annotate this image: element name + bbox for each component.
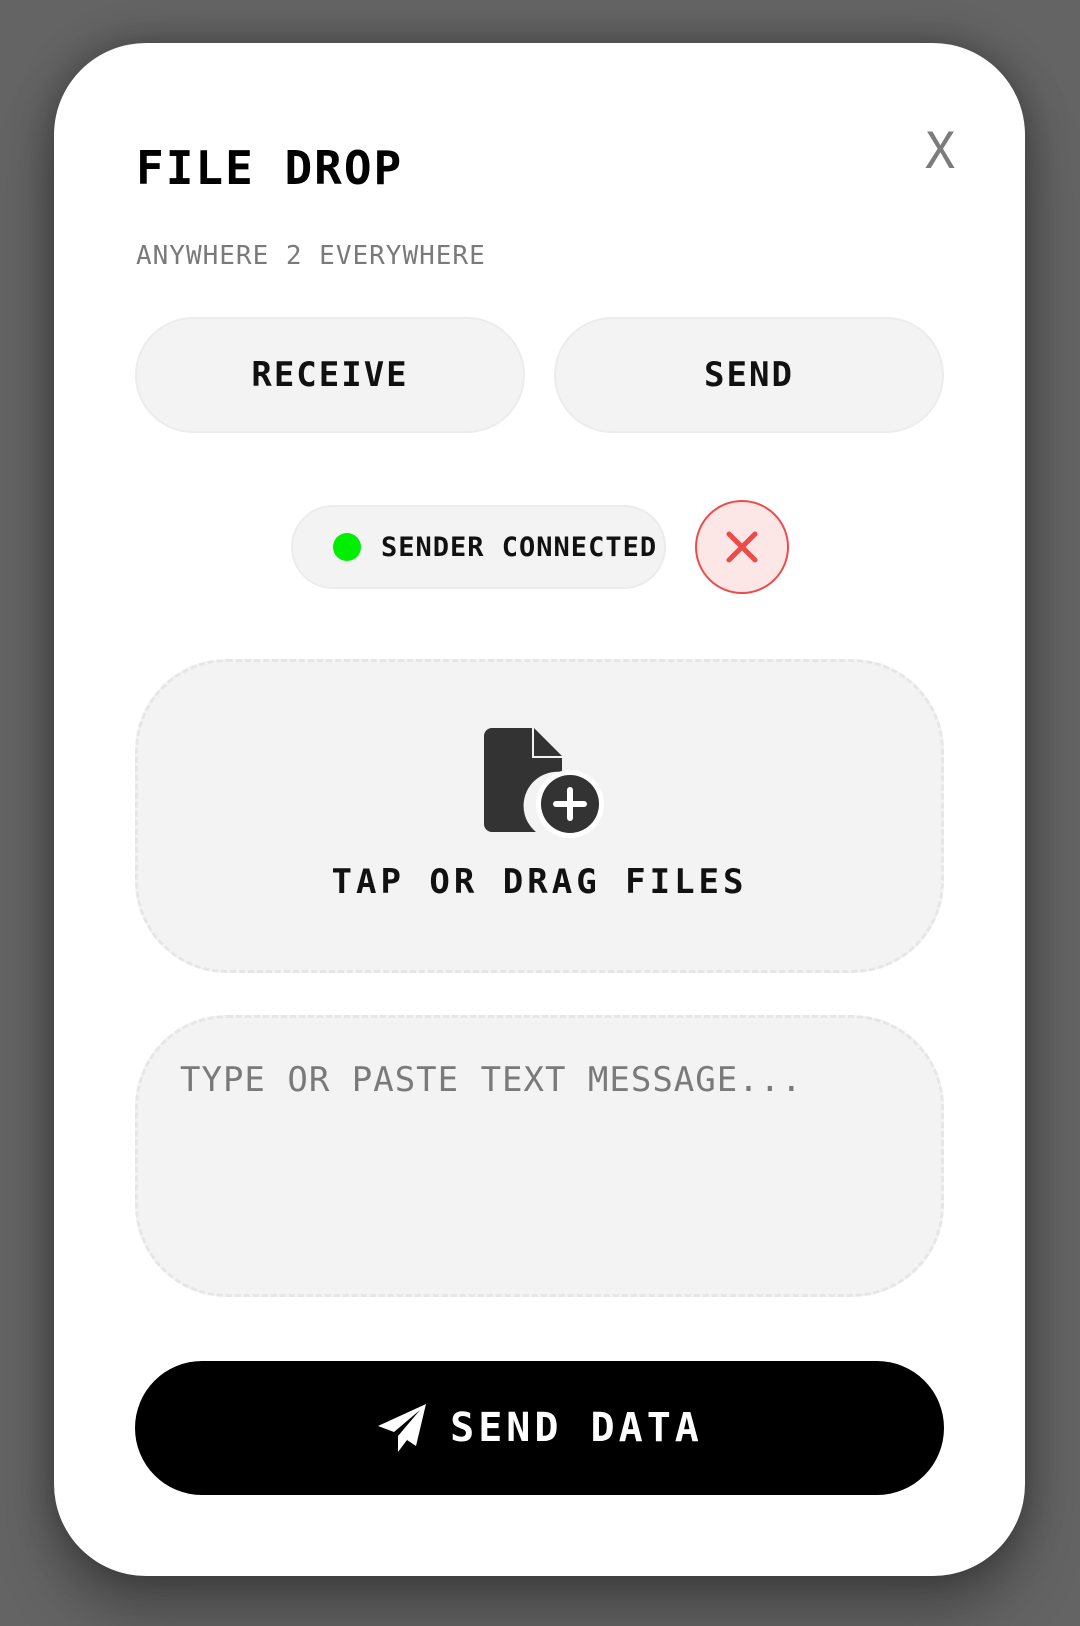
file-drop-zone[interactable]: TAP OR DRAG FILES <box>135 659 944 973</box>
file-add-icon <box>484 728 604 838</box>
send-data-label: SEND DATA <box>450 1405 703 1451</box>
paper-plane-icon <box>378 1404 427 1452</box>
dialog-subtitle: ANYWHERE 2 EVERYWHERE <box>136 241 486 271</box>
receive-button[interactable]: RECEIVE <box>135 317 525 433</box>
status-indicator-dot <box>333 533 361 561</box>
send-mode-button[interactable]: SEND <box>554 317 944 433</box>
connection-status-badge: SENDER CONNECTED <box>291 505 666 589</box>
close-icon <box>726 531 758 563</box>
dialog-title: FILE DROP <box>136 141 404 195</box>
text-message-input[interactable] <box>135 1015 944 1297</box>
close-button[interactable]: X <box>918 121 962 181</box>
send-data-button[interactable]: SEND DATA <box>135 1361 944 1495</box>
status-text: SENDER CONNECTED <box>381 531 658 563</box>
drop-zone-label: TAP OR DRAG FILES <box>331 862 748 902</box>
file-drop-dialog: FILE DROP X ANYWHERE 2 EVERYWHERE RECEIV… <box>54 43 1025 1576</box>
disconnect-button[interactable] <box>695 500 789 594</box>
